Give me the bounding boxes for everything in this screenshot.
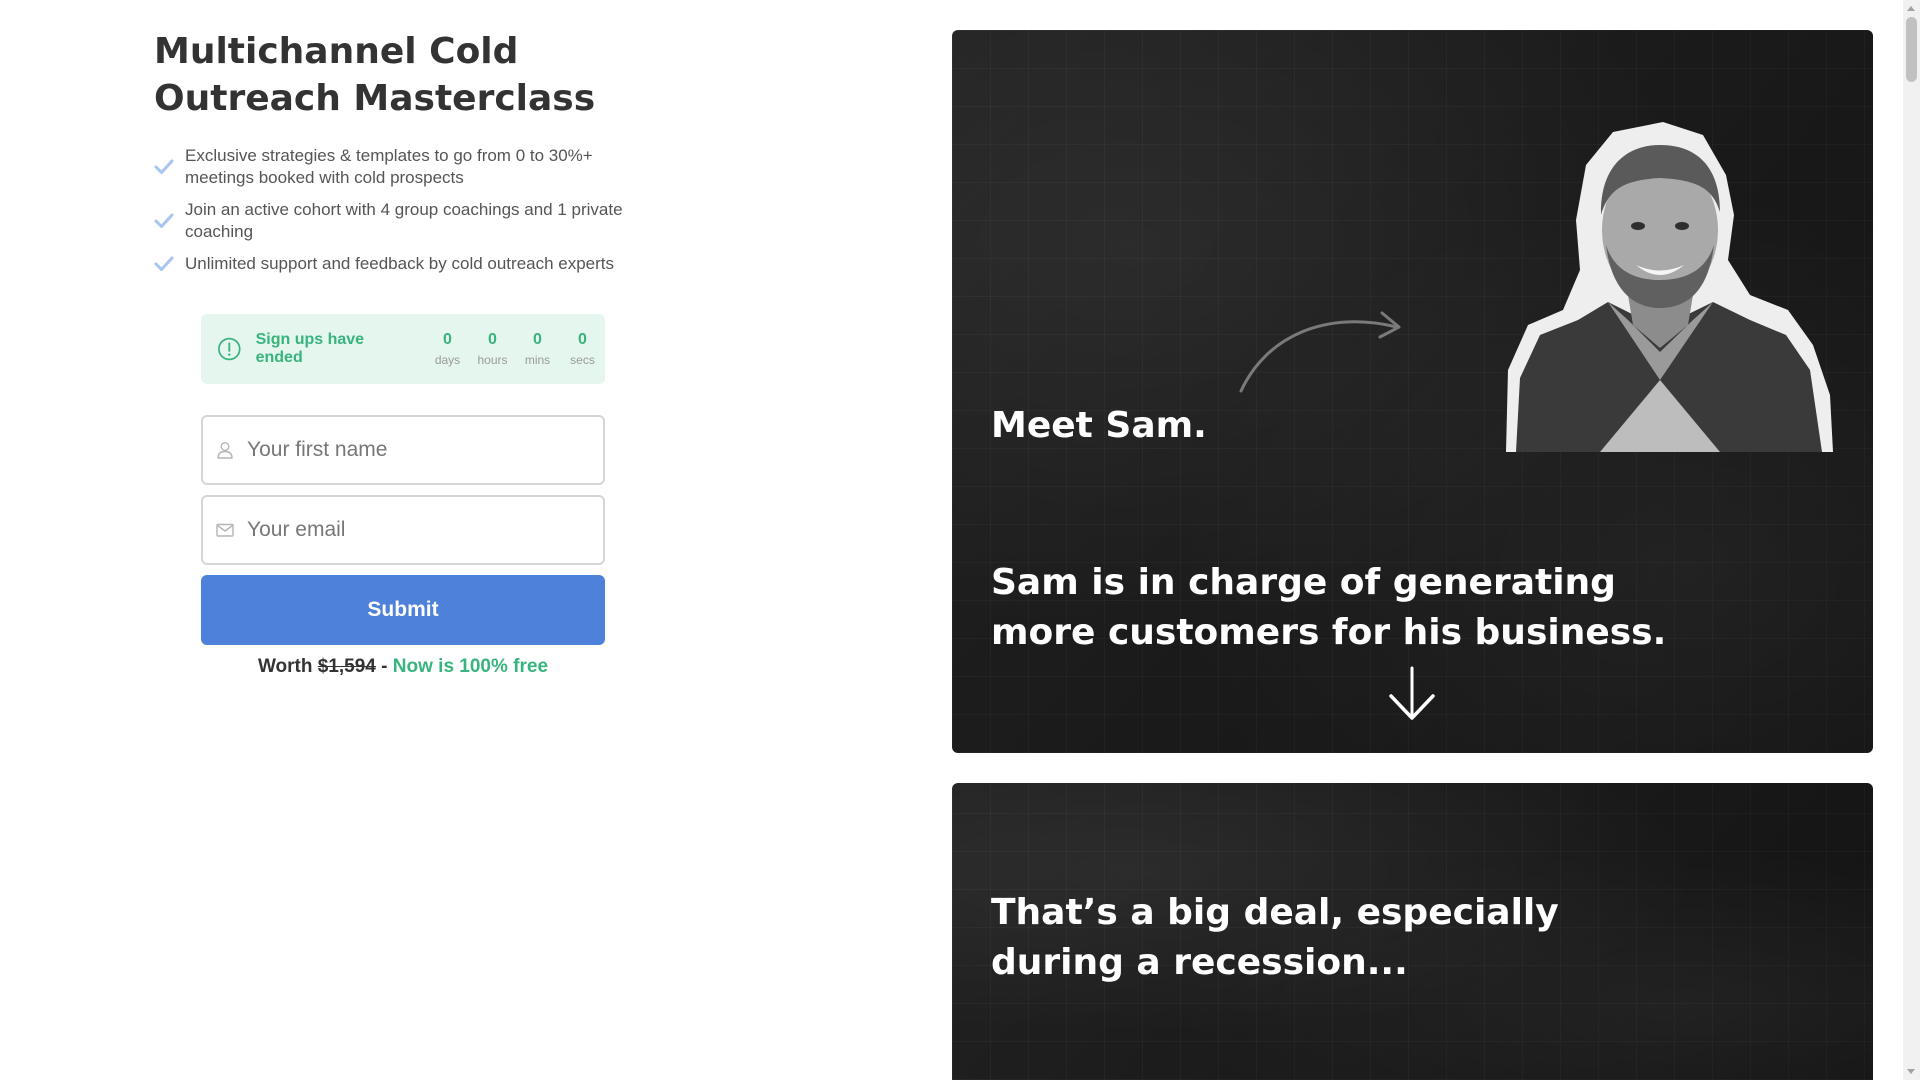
worth-free-label: Now is 100% free <box>392 656 549 677</box>
first-name-field[interactable] <box>201 415 605 485</box>
worth-old-price: $1,594 <box>317 656 376 677</box>
worth-prefix: Worth <box>257 656 313 677</box>
meet-sam-heading: Meet Sam. <box>991 405 1207 446</box>
countdown-value: 0 <box>533 331 542 348</box>
countdown-message: Sign ups have ended <box>255 331 365 366</box>
countdown-hours: 0 hours <box>470 330 515 368</box>
countdown-label: secs <box>570 353 595 367</box>
sam-intro-text: Sam is in charge of generating more cust… <box>991 562 1667 653</box>
chevron-down-icon <box>1389 666 1435 720</box>
scroll-down-arrow-icon[interactable] <box>1907 1069 1915 1074</box>
email-field[interactable] <box>201 495 605 565</box>
countdown-timer: 0 days 0 hours 0 mins 0 secs <box>425 330 605 368</box>
countdown-secs: 0 secs <box>560 330 605 368</box>
benefit-item: Exclusive strategies & templates to go f… <box>154 145 644 189</box>
benefit-text: Unlimited support and feedback by cold o… <box>185 254 615 273</box>
scroll-thumb[interactable] <box>1906 17 1917 82</box>
countdown-days: 0 days <box>425 330 470 368</box>
check-icon <box>154 145 185 189</box>
story-card-meet-sam: Meet Sam. Sam is in charge of generating… <box>952 30 1873 753</box>
curved-arrow-icon <box>1239 311 1401 393</box>
page-scrollbar[interactable] <box>1903 0 1920 1080</box>
recession-text: That’s a big deal, especially during a r… <box>991 892 1559 983</box>
countdown-banner: Sign ups have ended 0 days 0 hours 0 min… <box>201 314 605 384</box>
benefit-list: Exclusive strategies & templates to go f… <box>154 145 644 285</box>
submit-button[interactable]: Submit <box>201 575 605 645</box>
story-card-recession: That’s a big deal, especially during a r… <box>952 783 1873 1080</box>
sam-portrait-image <box>1506 122 1833 452</box>
check-icon <box>154 253 185 275</box>
scroll-up-arrow-icon[interactable] <box>1907 6 1915 11</box>
countdown-value: 0 <box>488 331 497 348</box>
countdown-value: 0 <box>443 331 452 348</box>
benefit-item: Unlimited support and feedback by cold o… <box>154 253 644 275</box>
exclamation-circle-icon <box>218 337 241 361</box>
countdown-value: 0 <box>578 331 587 348</box>
first-name-input[interactable] <box>245 437 589 463</box>
email-input[interactable] <box>245 517 589 543</box>
check-icon <box>154 199 185 243</box>
countdown-label: days <box>434 353 461 367</box>
countdown-label: mins <box>524 353 551 367</box>
worth-separator: - <box>381 656 388 677</box>
worth-note: Worth $1,594 - Now is 100% free <box>201 656 605 678</box>
benefit-item: Join an active cohort with 4 group coach… <box>154 199 644 243</box>
page-title: Multichannel Cold Outreach Masterclass <box>154 31 596 119</box>
countdown-mins: 0 mins <box>515 330 560 368</box>
benefit-text: Join an active cohort with 4 group coach… <box>185 200 623 241</box>
user-icon <box>217 442 233 459</box>
envelope-icon <box>216 523 234 537</box>
benefit-text: Exclusive strategies & templates to go f… <box>185 146 593 187</box>
countdown-label: hours <box>477 353 508 367</box>
